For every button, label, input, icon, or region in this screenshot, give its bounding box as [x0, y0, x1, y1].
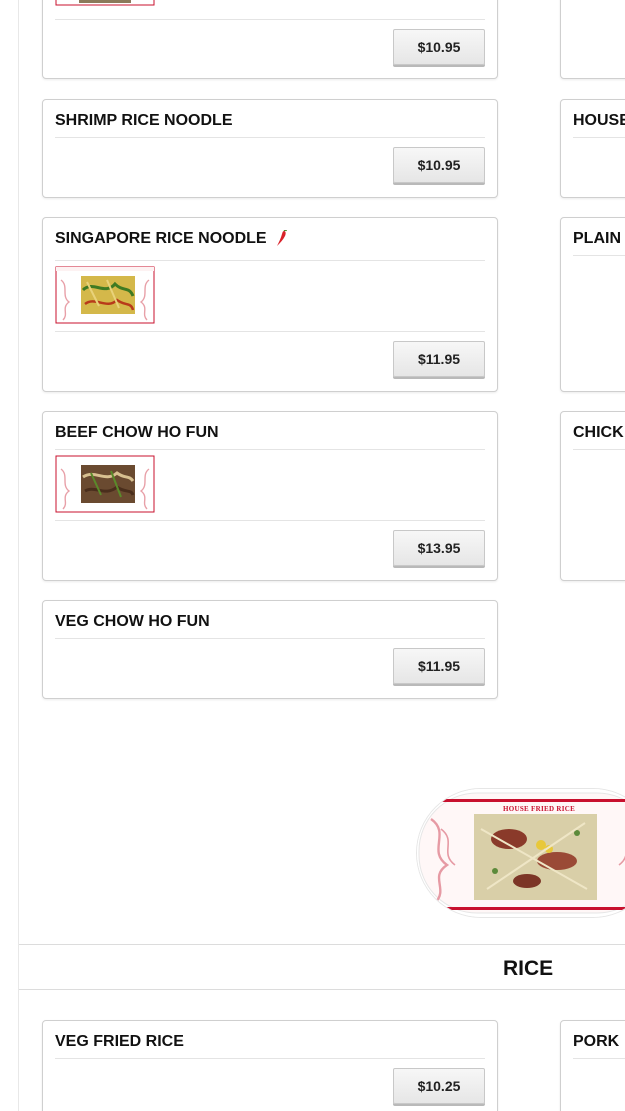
dish-title[interactable]: PLAIN [573, 230, 625, 256]
menu-card-shrimp-rice-noodle: SHRIMP RICE NOODLE $10.95 [42, 99, 498, 198]
menu-card-right-pork: PORK [560, 1020, 625, 1111]
dish-title[interactable]: BEEF CHOW HO FUN [55, 424, 485, 450]
dish-title[interactable]: SHRIMP RICE NOODLE [55, 112, 485, 138]
featured-caption: HOUSE FRIED RICE [503, 805, 576, 813]
price-button[interactable]: $10.95 [393, 29, 485, 65]
featured-dish-image[interactable]: HOUSE FRIED RICE [417, 789, 625, 917]
menu-card-top-partial: $10.95 [42, 0, 498, 79]
price-button[interactable]: $13.95 [393, 530, 485, 566]
card-divider [55, 331, 485, 332]
menu-card-right-top-partial [560, 0, 625, 79]
dish-thumbnail[interactable] [55, 0, 155, 11]
dish-title[interactable]: HOUSE [573, 112, 625, 138]
card-divider [55, 19, 485, 20]
section-header-rice: RICE [19, 944, 625, 990]
dish-title[interactable]: CHICK [573, 424, 625, 450]
dish-title[interactable]: SINGAPORE RICE NOODLE [55, 230, 267, 247]
dish-title[interactable]: PORK [573, 1033, 625, 1059]
menu-card-veg-fried-rice: VEG FRIED RICE $10.25 [42, 1020, 498, 1111]
dish-thumbnail[interactable] [55, 455, 155, 513]
price-button[interactable]: $10.25 [393, 1068, 485, 1104]
menu-page: $10.95 SHRIMP RICE NOODLE $10.95 SINGAPO… [0, 0, 625, 1111]
section-title: RICE [503, 957, 554, 980]
dish-title[interactable]: VEG CHOW HO FUN [55, 613, 485, 639]
menu-card-beef-chow-ho-fun: BEEF CHOW HO FUN $13.95 [42, 411, 498, 581]
left-gutter [0, 0, 19, 1111]
menu-card-right-chick: CHICK [560, 411, 625, 581]
menu-card-right-plain: PLAIN [560, 217, 625, 392]
dish-thumbnail[interactable] [55, 266, 155, 324]
menu-card-right-house: HOUSE [560, 99, 625, 198]
price-button[interactable]: $11.95 [393, 341, 485, 377]
dish-title-row: SINGAPORE RICE NOODLE [55, 229, 485, 261]
menu-card-singapore-rice-noodle: SINGAPORE RICE NOODLE $11.95 [42, 217, 498, 392]
dish-title[interactable]: VEG FRIED RICE [55, 1033, 485, 1059]
menu-card-veg-chow-ho-fun: VEG CHOW HO FUN $11.95 [42, 600, 498, 699]
card-divider [55, 520, 485, 521]
price-button[interactable]: $11.95 [393, 648, 485, 684]
spicy-chili-icon [275, 229, 288, 253]
price-button[interactable]: $10.95 [393, 147, 485, 183]
